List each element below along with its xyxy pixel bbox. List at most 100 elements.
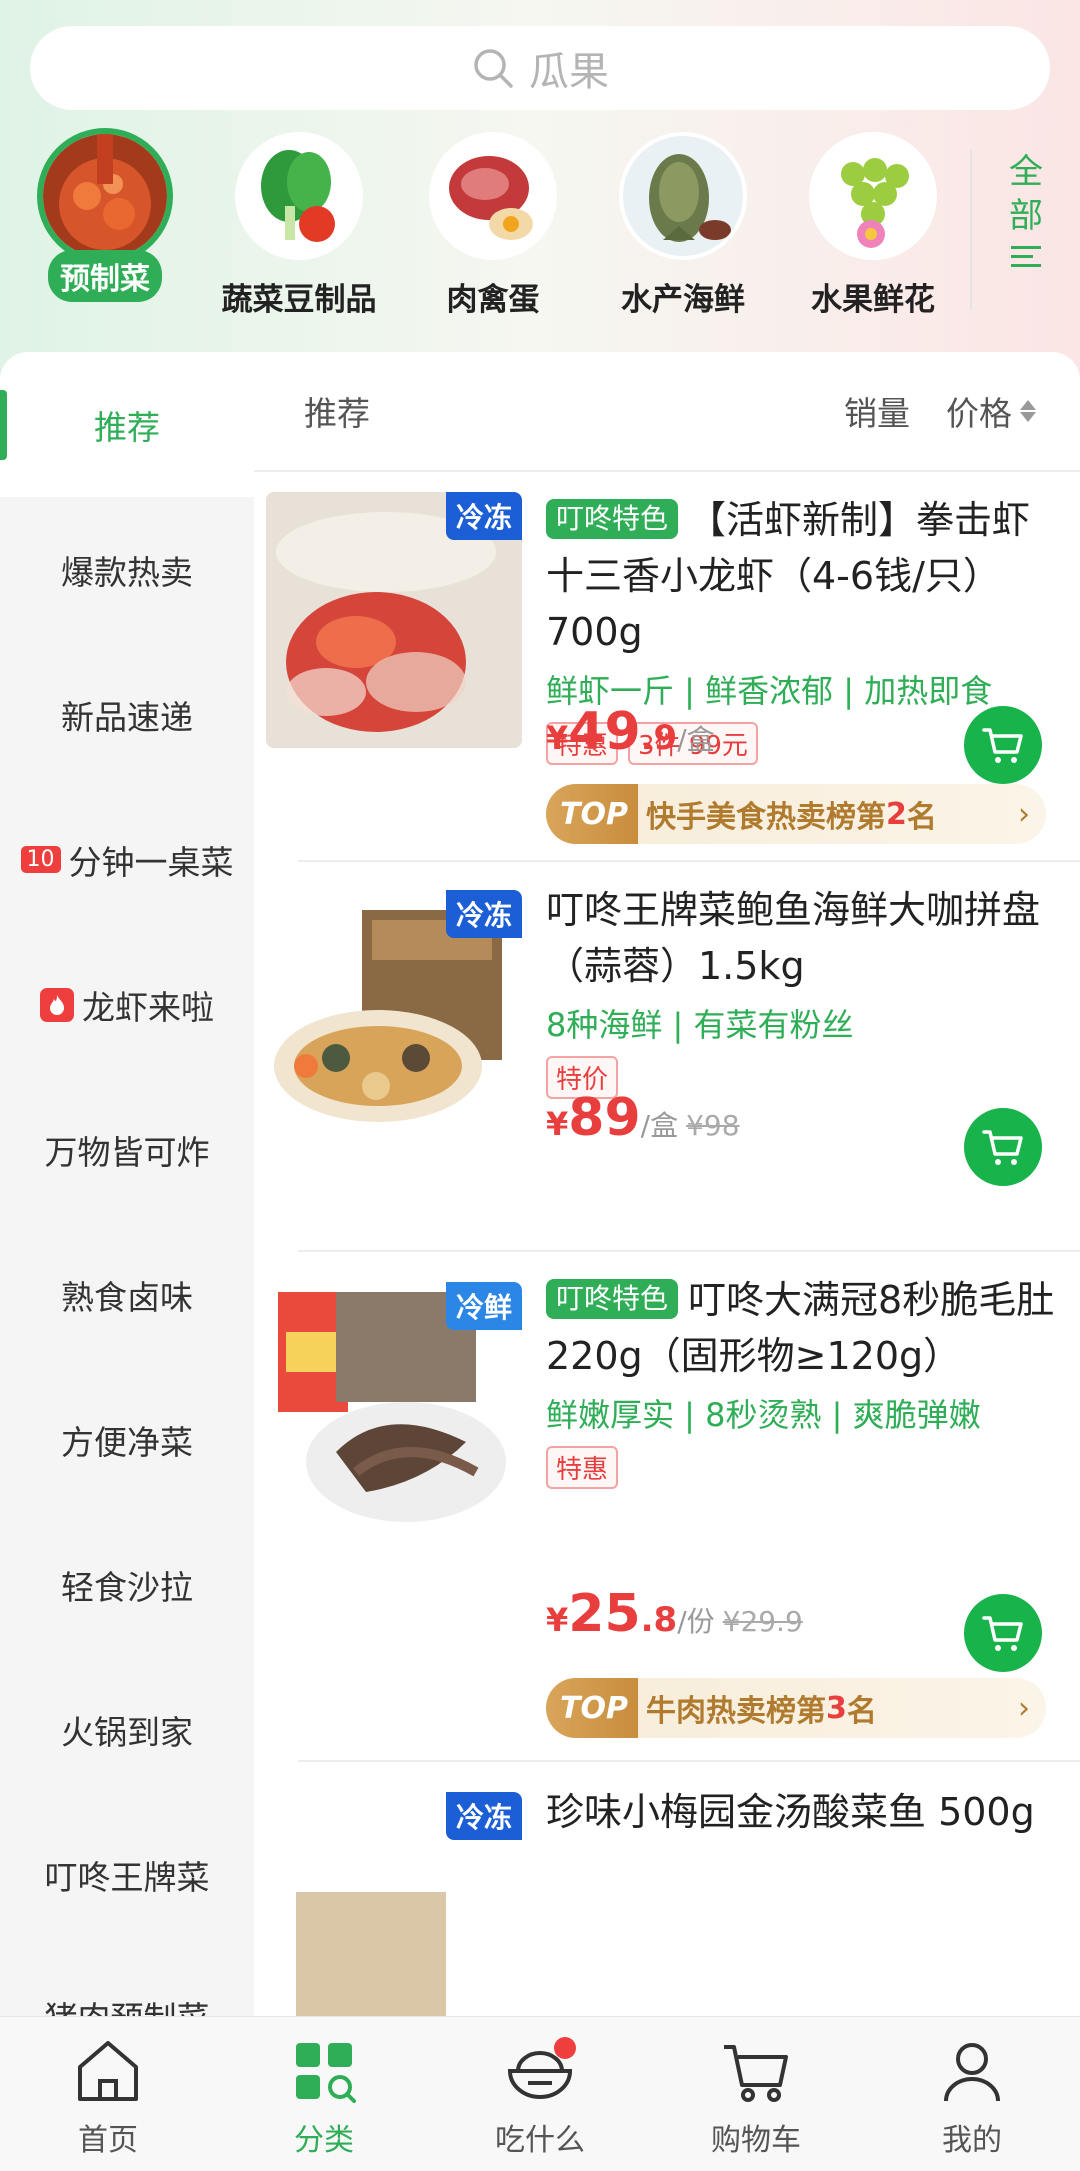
sidebar-item-hotpot[interactable]: 火锅到家	[0, 1657, 254, 1802]
rank-number: 3	[825, 1690, 847, 1726]
product-title: 叮咚特色 【活虾新制】拳击虾十三香小龙虾（4-6钱/只） 700g	[546, 492, 1066, 660]
notification-dot	[554, 2037, 576, 2059]
sort-arrows-icon	[1020, 400, 1036, 422]
price-currency: ¥	[546, 1105, 569, 1143]
category-vegetables[interactable]: 蔬菜豆制品	[204, 128, 394, 319]
sidebar-item-fryables[interactable]: 万物皆可炸	[0, 1077, 254, 1222]
sidebar-item-hot[interactable]: 爆款热卖	[0, 497, 254, 642]
sidebar-item-label: 推荐	[94, 407, 160, 447]
sidebar-item-new[interactable]: 新品速递	[0, 642, 254, 787]
sidebar-item-label: 方便净菜	[61, 1422, 193, 1462]
price-integer: 89	[568, 1088, 641, 1148]
category-icon	[296, 2043, 356, 2103]
sidebar: 推荐 爆款热卖 新品速递 10 分钟一桌菜 龙虾来啦 万物皆可炸 熟食卤味 方便净…	[0, 352, 254, 2016]
sidebar-item-signature[interactable]: 叮咚王牌菜	[0, 1802, 254, 1947]
price-integer: 49	[568, 702, 641, 762]
crayfish-dish-image	[37, 128, 173, 264]
sidebar-item-prepped-veg[interactable]: 方便净菜	[0, 1367, 254, 1512]
product-title: 叮咚特色 叮咚大满冠8秒脆毛肚 220g（固形物≥120g）	[546, 1272, 1066, 1384]
product-card[interactable]: 冷鲜 叮咚特色 叮咚大满冠8秒脆毛肚 220g（固形物≥120g） 鲜嫩厚实 | …	[254, 1252, 1080, 1762]
profile-icon	[944, 2043, 1000, 2102]
sidebar-item-label: 叮咚王牌菜	[44, 1857, 210, 1897]
category-fruit-flowers[interactable]: 水果鲜花	[778, 128, 968, 319]
promo-tag: 特惠	[546, 1446, 619, 1489]
rank-suffix: 名	[846, 1694, 877, 1729]
frozen-badge: 冷冻	[445, 890, 522, 938]
tab-what-to-eat[interactable]: 吃什么	[432, 2033, 648, 2159]
product-info: 叮咚特色 叮咚大满冠8秒脆毛肚 220g（固形物≥120g） 鲜嫩厚实 | 8秒烫…	[546, 1272, 1066, 1489]
tab-category[interactable]: 分类	[216, 2033, 432, 2159]
product-card[interactable]: 冷冻 叮咚王牌菜鲍鱼海鲜大咖拼盘（蒜蓉）1.5kg 8种海鲜 | 有菜有粉丝 特…	[254, 862, 1080, 1252]
search-placeholder: 瓜果	[529, 49, 609, 95]
search-icon	[474, 49, 513, 88]
category-label: 预制菜	[48, 250, 162, 302]
original-price: ¥29.9	[722, 1605, 803, 1638]
sidebar-item-label: 轻食沙拉	[61, 1567, 193, 1607]
dingdong-special-tag: 叮咚特色	[546, 499, 679, 539]
all-categories-button[interactable]: 全 部	[970, 150, 1080, 310]
product-price: ¥49.9/盒	[546, 702, 715, 762]
sidebar-item-label: 猪肉预制菜	[45, 1992, 210, 2016]
tab-cart[interactable]: 购物车	[648, 2033, 864, 2159]
category-meat-egg[interactable]: 肉禽蛋	[398, 128, 588, 319]
sidebar-item-salad[interactable]: 轻食沙拉	[0, 1512, 254, 1657]
rank-prefix: 牛肉热卖榜第	[645, 1694, 826, 1729]
rank-prefix: 快手美食热卖榜第	[645, 800, 886, 835]
cart-icon	[724, 2045, 788, 2102]
sidebar-item-label: 熟食卤味	[61, 1277, 193, 1317]
tab-home[interactable]: 首页	[0, 2033, 216, 2159]
chevron-right-icon: ›	[1018, 1690, 1030, 1726]
category-prepared-dishes[interactable]: 预制菜	[10, 128, 200, 302]
all-button-char: 全	[1009, 152, 1043, 192]
sidebar-item-label: 分钟一桌菜	[68, 842, 234, 882]
rank-number: 2	[885, 796, 907, 832]
tab-label: 首页	[78, 2123, 138, 2158]
cart-icon	[982, 1130, 1023, 1165]
ranking-bar[interactable]: TOP 快手美食热卖榜第 2 名 ›	[546, 784, 1046, 844]
all-button-char: 部	[1009, 196, 1043, 236]
add-to-cart-button[interactable]	[964, 1594, 1042, 1672]
sidebar-item-deli[interactable]: 熟食卤味	[0, 1222, 254, 1367]
add-to-cart-button[interactable]	[964, 706, 1042, 784]
ranking-bar[interactable]: TOP 牛肉热卖榜第 3 名 ›	[546, 1678, 1046, 1738]
list-sort-bar: 推荐 销量 价格	[254, 352, 1080, 472]
tab-profile[interactable]: 我的	[864, 2033, 1080, 2159]
category-seafood[interactable]: 水产海鲜	[588, 128, 778, 319]
sidebar-item-label: 万物皆可炸	[44, 1132, 210, 1172]
price-unit: /份	[677, 1605, 715, 1638]
product-subtitle: 鲜嫩厚实 | 8秒烫熟 | 爽脆弹嫩	[546, 1396, 981, 1434]
meat-egg-image	[429, 132, 557, 260]
sidebar-item-quick-meal[interactable]: 10 分钟一桌菜	[0, 787, 254, 932]
product-card[interactable]: 冷冻 珍味小梅园金汤酸菜鱼 500g	[254, 1762, 1080, 2016]
product-card[interactable]: 冷冻 叮咚特色 【活虾新制】拳击虾十三香小龙虾（4-6钱/只） 700g 鲜虾一斤…	[254, 472, 1080, 862]
price-decimal: .8	[640, 1600, 678, 1640]
sort-price[interactable]: 价格	[946, 387, 1036, 435]
price-decimal: .9	[640, 718, 678, 758]
add-to-cart-button[interactable]	[964, 1108, 1042, 1186]
sidebar-item-pork[interactable]: 猪肉预制菜	[0, 1992, 254, 2016]
search-bar[interactable]: 瓜果	[30, 26, 1050, 110]
product-image: 冷冻	[266, 890, 522, 1146]
chevron-right-icon: ›	[1018, 796, 1030, 832]
product-price: ¥25.8/份 ¥29.9	[546, 1584, 803, 1644]
bottom-tab-bar: 首页 分类 吃什么 购物车 我的	[0, 2016, 1080, 2171]
menu-lines-icon	[1011, 240, 1041, 273]
tab-label: 分类	[294, 2123, 354, 2158]
sort-price-label: 价格	[946, 394, 1012, 433]
product-price: ¥89/盒 ¥98	[546, 1088, 740, 1148]
fire-icon	[40, 987, 74, 1022]
product-image: 冷鲜	[266, 1282, 522, 1538]
frozen-badge: 冷冻	[445, 1792, 522, 1840]
sort-sales[interactable]: 销量	[844, 387, 910, 435]
sidebar-item-recommend[interactable]: 推荐	[0, 352, 254, 497]
category-label: 肉禽蛋	[446, 282, 540, 318]
sidebar-item-crayfish[interactable]: 龙虾来啦	[0, 932, 254, 1077]
promo-tags: 特惠	[546, 1446, 1066, 1489]
category-label: 蔬菜豆制品	[221, 282, 377, 318]
price-integer: 25	[568, 1584, 641, 1644]
sidebar-item-label: 龙虾来啦	[82, 987, 214, 1027]
sort-recommend[interactable]: 推荐	[304, 387, 370, 435]
product-info: 珍味小梅园金汤酸菜鱼 500g	[546, 1784, 1066, 1840]
chilled-badge: 冷鲜	[445, 1282, 522, 1330]
sidebar-item-label: 火锅到家	[61, 1712, 193, 1752]
